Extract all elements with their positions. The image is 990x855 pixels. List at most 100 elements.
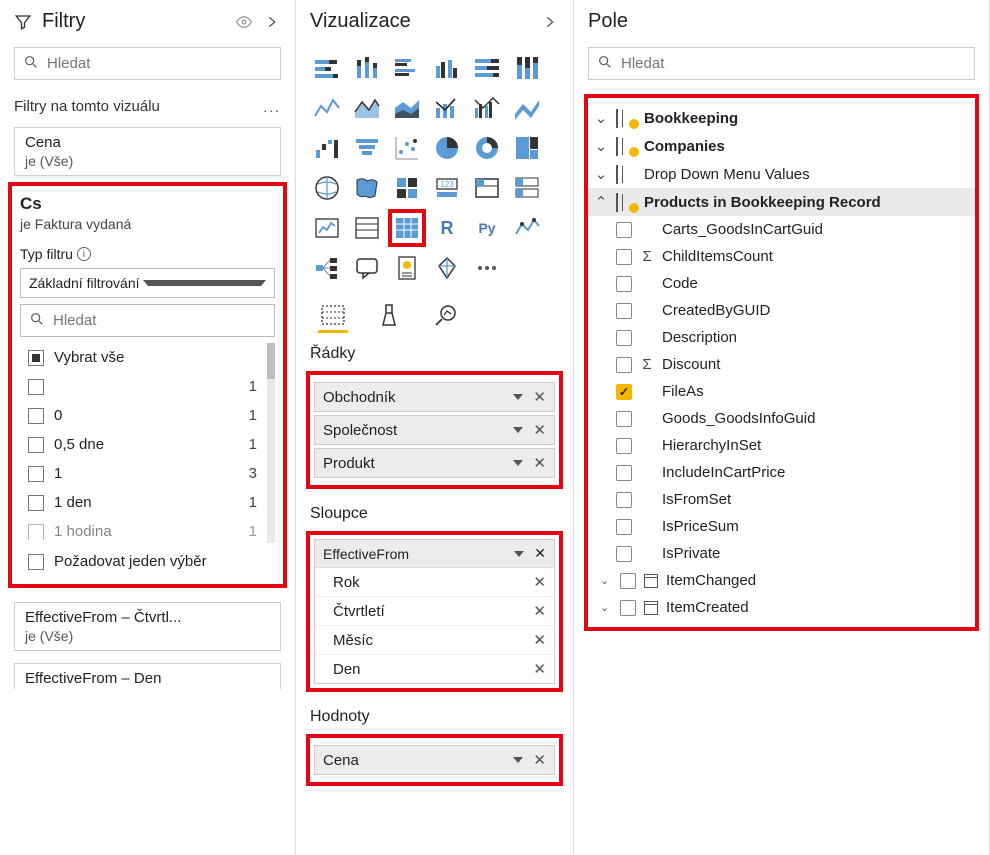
close-icon[interactable]: ✕ bbox=[533, 421, 546, 439]
fields-search-input[interactable] bbox=[621, 55, 966, 72]
hier-item[interactable]: Měsíc✕ bbox=[315, 626, 554, 655]
checkbox-tristate-icon[interactable] bbox=[28, 350, 44, 366]
checkbox-icon[interactable] bbox=[616, 303, 632, 319]
hierarchy-pill[interactable]: EffectiveFrom✕ Rok✕ Čtvrtletí✕ Měsíc✕ De… bbox=[314, 539, 555, 684]
multi-row-card-icon[interactable] bbox=[510, 171, 544, 205]
eye-icon[interactable] bbox=[235, 13, 253, 31]
scrollbar[interactable] bbox=[267, 343, 275, 543]
stacked-bar-icon[interactable] bbox=[310, 51, 344, 85]
paginated-report-icon[interactable] bbox=[390, 251, 424, 285]
fields-tab[interactable] bbox=[318, 299, 348, 333]
line-clustered-column-icon[interactable] bbox=[470, 91, 504, 125]
info-icon[interactable]: i bbox=[77, 247, 91, 261]
field-pill[interactable]: Obchodník✕ bbox=[314, 382, 555, 412]
filter-value-item[interactable]: 1 hodina1 bbox=[20, 517, 275, 543]
filter-value-item[interactable]: 0,5 dne1 bbox=[20, 430, 275, 459]
line-icon[interactable] bbox=[310, 91, 344, 125]
more-icon[interactable]: ... bbox=[263, 99, 281, 115]
checkbox-checked-icon[interactable] bbox=[616, 384, 632, 400]
scatter-icon[interactable] bbox=[390, 131, 424, 165]
hundred-column-icon[interactable] bbox=[510, 51, 544, 85]
filter-value-item[interactable]: 01 bbox=[20, 401, 275, 430]
card-icon[interactable] bbox=[470, 171, 504, 205]
field-row[interactable]: ΣChildItemsCount bbox=[588, 243, 975, 270]
kpi-icon[interactable] bbox=[310, 211, 344, 245]
line-stacked-column-icon[interactable] bbox=[430, 91, 464, 125]
stacked-area-icon[interactable] bbox=[390, 91, 424, 125]
chevron-down-icon[interactable] bbox=[513, 460, 523, 466]
chevron-down-icon[interactable] bbox=[513, 394, 523, 400]
checkbox-icon[interactable] bbox=[616, 330, 632, 346]
close-icon[interactable]: ✕ bbox=[533, 573, 546, 591]
checkbox-icon[interactable] bbox=[616, 465, 632, 481]
area-icon[interactable] bbox=[350, 91, 384, 125]
field-pill[interactable]: Cena✕ bbox=[314, 745, 555, 775]
filter-value-item[interactable]: 13 bbox=[20, 459, 275, 488]
hier-item[interactable]: Čtvrtletí✕ bbox=[315, 597, 554, 626]
checkbox-icon[interactable] bbox=[616, 492, 632, 508]
rows-bucket[interactable]: Obchodník✕ Společnost✕ Produkt✕ bbox=[306, 371, 563, 489]
gauge-icon[interactable]: 123 bbox=[430, 171, 464, 205]
field-row[interactable]: ⌄ItemCreated bbox=[588, 594, 975, 621]
filters-search-input[interactable] bbox=[47, 55, 272, 72]
fields-search[interactable] bbox=[588, 47, 975, 80]
checkbox-icon[interactable] bbox=[616, 438, 632, 454]
analytics-tab[interactable] bbox=[430, 299, 460, 333]
checkbox-icon[interactable] bbox=[620, 573, 636, 589]
filled-map-icon[interactable] bbox=[350, 171, 384, 205]
hundred-bar-icon[interactable] bbox=[470, 51, 504, 85]
checkbox-icon[interactable] bbox=[616, 357, 632, 373]
close-icon[interactable]: ✕ bbox=[533, 388, 546, 406]
qa-icon[interactable] bbox=[350, 251, 384, 285]
chevron-right-icon[interactable] bbox=[541, 13, 559, 31]
clustered-column-icon[interactable] bbox=[430, 51, 464, 85]
map-icon[interactable] bbox=[310, 171, 344, 205]
cols-bucket[interactable]: EffectiveFrom✕ Rok✕ Čtvrtletí✕ Měsíc✕ De… bbox=[306, 531, 563, 692]
values-bucket[interactable]: Cena✕ bbox=[306, 734, 563, 786]
checkbox-icon[interactable] bbox=[28, 554, 44, 570]
hier-item[interactable]: Den✕ bbox=[315, 655, 554, 683]
field-row[interactable]: IsPriceSum bbox=[588, 513, 975, 540]
slicer-icon[interactable] bbox=[350, 211, 384, 245]
filter-value-item[interactable]: 1 den1 bbox=[20, 488, 275, 517]
checkbox-icon[interactable] bbox=[616, 222, 632, 238]
matrix-icon[interactable] bbox=[390, 211, 424, 245]
checkbox-icon[interactable] bbox=[616, 276, 632, 292]
ribbon-icon[interactable] bbox=[510, 91, 544, 125]
checkbox-icon[interactable] bbox=[616, 411, 632, 427]
key-influencers-icon[interactable] bbox=[510, 211, 544, 245]
field-row[interactable]: Description bbox=[588, 324, 975, 351]
filter-value-select-all[interactable]: Vybrat vše bbox=[20, 343, 275, 372]
field-row[interactable]: Code bbox=[588, 270, 975, 297]
stacked-column-icon[interactable] bbox=[350, 51, 384, 85]
close-icon[interactable]: ✕ bbox=[533, 454, 546, 472]
field-row[interactable]: HierarchyInSet bbox=[588, 432, 975, 459]
decomposition-tree-icon[interactable] bbox=[310, 251, 344, 285]
more-visuals-icon[interactable] bbox=[470, 251, 504, 285]
clustered-bar-icon[interactable] bbox=[390, 51, 424, 85]
format-tab[interactable] bbox=[374, 299, 404, 333]
funnel-chart-icon[interactable] bbox=[350, 131, 384, 165]
filter-type-select[interactable]: Základní filtrování bbox=[20, 268, 275, 298]
chevron-down-icon[interactable] bbox=[513, 427, 523, 433]
field-pill[interactable]: Společnost✕ bbox=[314, 415, 555, 445]
close-icon[interactable]: ✕ bbox=[534, 545, 546, 562]
field-row[interactable]: IsFromSet bbox=[588, 486, 975, 513]
close-icon[interactable]: ✕ bbox=[533, 631, 546, 649]
cs-search[interactable] bbox=[20, 304, 275, 337]
py-visual-icon[interactable]: Py bbox=[470, 211, 504, 245]
table-row[interactable]: ⌄Companies bbox=[588, 132, 975, 160]
field-pill[interactable]: Produkt✕ bbox=[314, 448, 555, 478]
waterfall-icon[interactable] bbox=[310, 131, 344, 165]
pie-icon[interactable] bbox=[430, 131, 464, 165]
close-icon[interactable]: ✕ bbox=[533, 751, 546, 769]
arcgis-icon[interactable] bbox=[430, 251, 464, 285]
cs-search-input[interactable] bbox=[53, 312, 266, 329]
treemap-icon[interactable] bbox=[510, 131, 544, 165]
require-single-selection[interactable]: Požadovat jeden výběr bbox=[20, 543, 275, 574]
field-row[interactable]: CreatedByGUID bbox=[588, 297, 975, 324]
hier-item[interactable]: Rok✕ bbox=[315, 568, 554, 597]
checkbox-icon[interactable] bbox=[616, 546, 632, 562]
chevron-down-icon[interactable] bbox=[514, 551, 524, 557]
filters-search[interactable] bbox=[14, 47, 281, 80]
